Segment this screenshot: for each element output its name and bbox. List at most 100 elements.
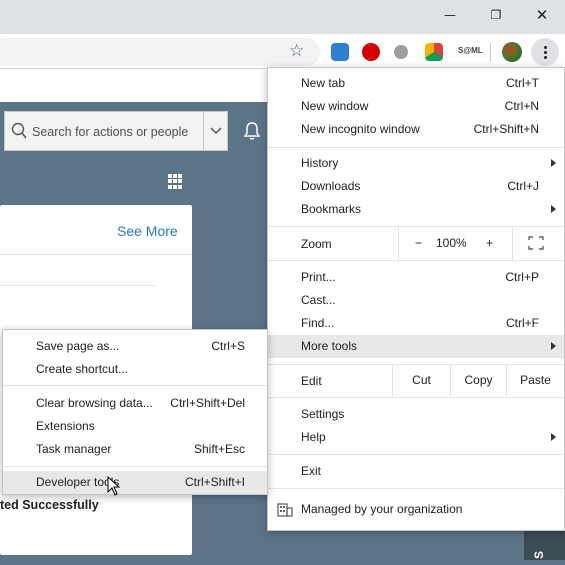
- submenu-item-developer-tools[interactable]: Developer tools Ctrl+Shift+I: [3, 471, 267, 494]
- address-bar[interactable]: [0, 38, 320, 66]
- grid-cell: [178, 184, 182, 189]
- menu-item-shortcut: Ctrl+T: [506, 76, 539, 90]
- submenu-item-label: Create shortcut...: [36, 362, 129, 376]
- submenu-separator: [3, 385, 267, 386]
- menu-dot: [543, 50, 547, 54]
- submenu-item-shortcut: Ctrl+Shift+Del: [170, 396, 245, 410]
- menu-item-bookmarks[interactable]: Bookmarks: [268, 198, 564, 221]
- menu-item-label: Bookmarks: [301, 202, 362, 216]
- search-dropdown-button[interactable]: [203, 112, 227, 150]
- grid-cell: [168, 174, 172, 178]
- submenu-item-extensions[interactable]: Extensions: [3, 415, 267, 438]
- menu-item-history[interactable]: History: [268, 152, 564, 175]
- gray-circle-extension-icon[interactable]: [394, 45, 408, 59]
- menu-separator: [268, 260, 564, 261]
- app-grid-icon[interactable]: [168, 174, 183, 189]
- submenu-arrow-icon: [551, 205, 556, 213]
- menu-item-cast[interactable]: Cast...: [268, 289, 564, 312]
- managed-by-org[interactable]: Managed by your organization: [268, 495, 564, 525]
- menu-item-print[interactable]: Print... Ctrl+P: [268, 266, 564, 289]
- managed-label: Managed by your organization: [301, 502, 463, 516]
- menu-item-exit[interactable]: Exit: [268, 460, 564, 483]
- three-dots-vertical-icon: [543, 45, 547, 49]
- menu-item-shortcut: Ctrl+J: [507, 179, 539, 193]
- search-placeholder[interactable]: Search for actions or people: [32, 125, 188, 139]
- submenu-arrow-icon: [551, 433, 556, 441]
- minimize-icon: —: [444, 8, 456, 22]
- submenu-item-label: Extensions: [36, 419, 95, 433]
- search-box[interactable]: Search for actions or people: [4, 111, 228, 151]
- submenu-separator: [3, 466, 267, 467]
- chrome-menu-button[interactable]: [531, 38, 559, 66]
- more-tools-submenu: Save page as... Ctrl+S Create shortcut...…: [2, 329, 268, 495]
- menu-item-label: Help: [301, 430, 326, 444]
- menu-separator: [268, 454, 564, 455]
- menu-item-find[interactable]: Find... Ctrl+F: [268, 312, 564, 335]
- zoom-level: 100%: [436, 236, 467, 250]
- cut-label: Cut: [412, 373, 431, 387]
- zoom-in-button[interactable]: +: [486, 236, 493, 250]
- close-window-button[interactable]: ✕: [519, 0, 565, 30]
- copy-button[interactable]: Copy: [450, 365, 506, 397]
- grid-cell: [178, 174, 182, 178]
- card-divider: [0, 285, 156, 286]
- cloud-extension-icon[interactable]: [331, 43, 349, 61]
- menu-item-settings[interactable]: Settings: [268, 403, 564, 426]
- submenu-item-task-manager[interactable]: Task manager Shift+Esc: [3, 438, 267, 461]
- submenu-item-clear-browsing[interactable]: Clear browsing data... Ctrl+Shift+Del: [3, 392, 267, 415]
- menu-item-downloads[interactable]: Downloads Ctrl+J: [268, 175, 564, 198]
- card-divider: [0, 254, 192, 255]
- menu-item-new-window[interactable]: New window Ctrl+N: [268, 95, 564, 118]
- menu-item-label: New tab: [301, 76, 346, 90]
- menu-item-more-tools[interactable]: More tools: [268, 335, 564, 358]
- restore-button[interactable]: ❐: [473, 0, 519, 30]
- menu-item-label: New window: [301, 99, 369, 113]
- cut-button[interactable]: Cut: [392, 365, 450, 397]
- menu-item-label: History: [301, 156, 339, 170]
- menu-item-new-tab[interactable]: New tab Ctrl+T: [268, 72, 564, 95]
- grid-cell: [168, 184, 172, 189]
- menu-item-label: Downloads: [301, 179, 361, 193]
- menu-item-label: More tools: [301, 339, 358, 353]
- zoom-label: Zoom: [301, 237, 332, 251]
- submenu-arrow-icon: [551, 159, 556, 167]
- star-outline-icon[interactable]: ☆: [289, 41, 304, 61]
- grid-cell: [173, 184, 177, 189]
- menu-item-help[interactable]: Help: [268, 426, 564, 449]
- mouse-pointer-icon: [107, 476, 121, 496]
- menu-item-shortcut: Ctrl+Shift+N: [473, 122, 539, 136]
- paste-button[interactable]: Paste: [506, 365, 564, 397]
- menu-item-shortcut: Ctrl+P: [505, 270, 539, 284]
- close-icon: ✕: [535, 6, 549, 24]
- submenu-item-create-shortcut[interactable]: Create shortcut...: [3, 358, 267, 381]
- browser-toolbar: ☆ S@ML: [0, 34, 565, 69]
- menu-item-label: Exit: [301, 464, 322, 478]
- menu-dot: [543, 55, 547, 59]
- fullscreen-icon[interactable]: [528, 236, 544, 250]
- see-more-link[interactable]: See More: [117, 223, 178, 239]
- adblock-extension-icon[interactable]: [362, 43, 380, 61]
- edit-label: Edit: [301, 374, 322, 388]
- submenu-item-label: Save page as...: [36, 339, 120, 353]
- menu-separator: [268, 397, 564, 398]
- grid-cell: [173, 174, 177, 178]
- submenu-item-shortcut: Ctrl+Shift+I: [184, 475, 245, 489]
- minimize-button[interactable]: —: [427, 0, 473, 30]
- submenu-item-label: Task manager: [36, 442, 112, 456]
- submenu-item-shortcut: Ctrl+S: [211, 339, 245, 353]
- menu-item-new-incognito[interactable]: New incognito window Ctrl+Shift+N: [268, 118, 564, 141]
- bell-icon[interactable]: [243, 121, 261, 141]
- menu-item-label: Find...: [301, 316, 335, 330]
- profile-avatar[interactable]: [502, 42, 522, 62]
- search-icon: [11, 122, 27, 139]
- status-message: ted Successfully: [0, 498, 99, 512]
- submenu-item-label: Clear browsing data...: [36, 396, 153, 410]
- copy-label: Copy: [464, 373, 493, 387]
- toolbar-divider: [490, 43, 491, 61]
- saml-extension-icon[interactable]: S@ML: [458, 46, 483, 55]
- submenu-item-save-page[interactable]: Save page as... Ctrl+S: [3, 335, 267, 358]
- submenu-item-shortcut: Shift+Esc: [193, 442, 245, 456]
- grid-cell: [173, 179, 177, 184]
- drive-extension-icon[interactable]: [425, 43, 443, 61]
- zoom-out-button[interactable]: −: [415, 236, 422, 250]
